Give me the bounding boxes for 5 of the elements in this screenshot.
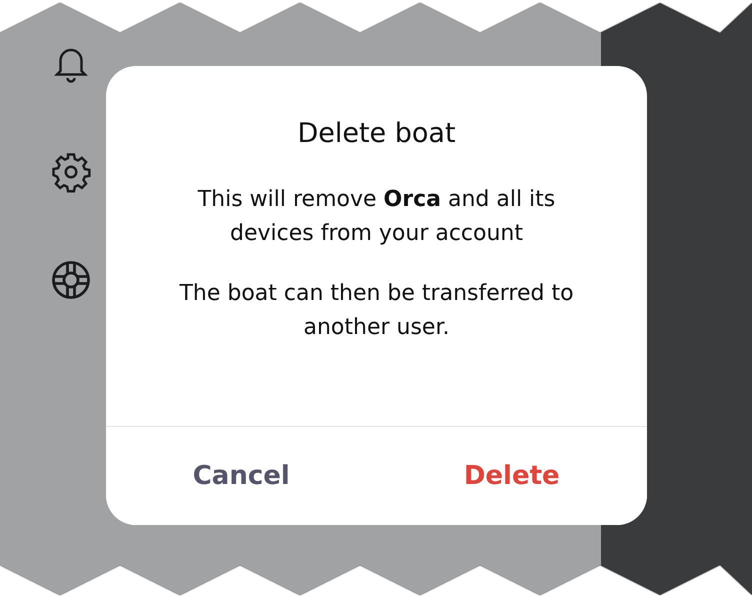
settings-icon <box>50 151 92 193</box>
lifebuoy-icon <box>50 259 92 301</box>
dialog-message: This will remove Orca and all its devices from your account <box>196 186 556 248</box>
dialog-message: The boat can then be transferred to another user. <box>178 280 575 342</box>
dialog-title: Delete boat <box>297 118 456 149</box>
